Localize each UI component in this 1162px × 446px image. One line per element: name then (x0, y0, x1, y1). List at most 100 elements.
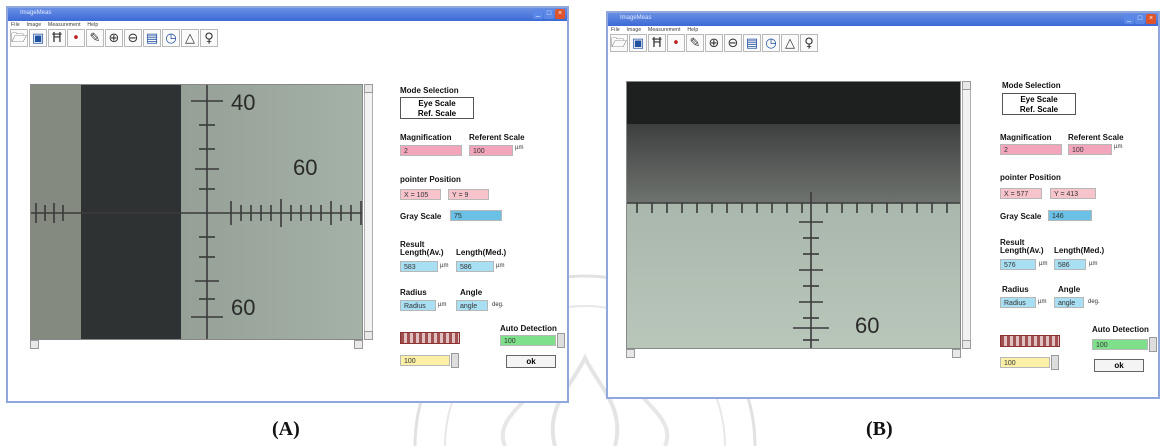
minimize-button[interactable]: _ (1124, 14, 1134, 24)
length-med-label: Length(Med.) (456, 248, 507, 257)
measure-h-icon[interactable]: Ħ (48, 29, 66, 47)
open-folder-icon[interactable]: 🗁 (10, 29, 28, 47)
angle-label: Angle (1058, 285, 1081, 294)
bulb-icon[interactable]: ♀ (800, 34, 818, 52)
angle-unit: deg. (1088, 299, 1100, 305)
ok-button[interactable]: ok (1094, 359, 1144, 372)
gray-scale-field: 75 (450, 210, 502, 221)
close-button[interactable]: × (1146, 14, 1156, 24)
horizontal-scroll-left[interactable] (626, 349, 635, 358)
open-folder-icon[interactable]: 🗁 (610, 34, 628, 52)
length-av-label: Length(Av.) (1000, 246, 1044, 255)
referent-scale-unit: µm (1114, 144, 1123, 150)
menu-measurement[interactable]: Measurement (648, 27, 681, 33)
referent-scale-field[interactable]: 100 (1068, 144, 1112, 155)
point-icon[interactable]: • (667, 34, 685, 52)
mode-selection-group[interactable]: Eye Scale Ref. Scale (400, 97, 474, 119)
threshold-spinner[interactable] (1051, 355, 1059, 370)
maximize-button[interactable]: □ (1135, 14, 1145, 24)
scale-number-60: 60 (855, 313, 880, 338)
menu-file[interactable]: File (611, 27, 620, 33)
pointer-y-field: Y = 413 (1050, 188, 1096, 199)
eraser-icon[interactable]: ✎ (86, 29, 104, 47)
eraser-icon[interactable]: ✎ (686, 34, 704, 52)
measure-h-icon[interactable]: Ħ (648, 34, 666, 52)
save-icon[interactable]: ▣ (29, 29, 47, 47)
monitor-icon[interactable]: ▤ (143, 29, 161, 47)
zoom-in-icon[interactable]: ⊕ (705, 34, 723, 52)
close-button[interactable]: × (555, 9, 565, 19)
length-med-field: 586 (456, 261, 494, 272)
angle-field: angle (1054, 297, 1084, 308)
radius-label: Radius (400, 288, 427, 297)
eyepiece-scale (627, 192, 960, 348)
magnification-field[interactable]: 2 (400, 145, 462, 156)
maximize-button[interactable]: □ (544, 9, 554, 19)
toolbar: 🗁 ▣ Ħ • ✎ ⊕ ⊖ ▤ ◷ △ ♀ (10, 29, 218, 49)
triangle-icon[interactable]: △ (181, 29, 199, 47)
scale-number-60-bottom: 60 (231, 295, 256, 320)
horizontal-scroll-right[interactable] (354, 340, 363, 349)
menu-file[interactable]: File (11, 22, 20, 28)
radius-field: Radius (400, 300, 436, 311)
menu-image[interactable]: Image (626, 27, 641, 33)
threshold-field[interactable]: 100 (1000, 357, 1050, 368)
zoom-out-icon[interactable]: ⊖ (724, 34, 742, 52)
horizontal-scroll-left[interactable] (30, 340, 39, 349)
zoom-in-icon[interactable]: ⊕ (105, 29, 123, 47)
length-med-label: Length(Med.) (1054, 246, 1105, 255)
monitor-icon[interactable]: ▤ (743, 34, 761, 52)
zoom-out-icon[interactable]: ⊖ (124, 29, 142, 47)
save-icon[interactable]: ▣ (629, 34, 647, 52)
scroll-down-button[interactable] (364, 331, 373, 340)
gauge-icon[interactable]: ◷ (162, 29, 180, 47)
eye-scale-option[interactable]: Eye Scale (1003, 95, 1075, 105)
ref-scale-option[interactable]: Ref. Scale (401, 109, 473, 119)
radius-field: Radius (1000, 297, 1036, 308)
length-av-unit: µm (1039, 261, 1048, 267)
film-strip-icon (400, 332, 460, 344)
ok-button[interactable]: ok (506, 355, 556, 368)
vertical-scrollbar[interactable] (962, 81, 971, 349)
point-icon[interactable]: • (67, 29, 85, 47)
magnification-label: Magnification (1000, 133, 1052, 142)
eye-scale-option[interactable]: Eye Scale (401, 99, 473, 109)
auto-detection-field[interactable]: 100 (1092, 339, 1148, 350)
referent-scale-field[interactable]: 100 (469, 145, 513, 156)
menu-help[interactable]: Help (687, 27, 698, 33)
scroll-up-button[interactable] (962, 81, 971, 90)
length-av-field: 576 (1000, 259, 1036, 270)
auto-detection-spinner[interactable] (557, 333, 565, 348)
gauge-icon[interactable]: ◷ (762, 34, 780, 52)
length-med-unit: µm (496, 263, 505, 269)
length-av-unit: µm (440, 263, 449, 269)
image-view[interactable]: 40 60 60 (30, 84, 363, 340)
bulb-icon[interactable]: ♀ (200, 29, 218, 47)
angle-label: Angle (460, 288, 483, 297)
pointer-position-label: pointer Position (400, 175, 461, 184)
menu-help[interactable]: Help (87, 22, 98, 28)
threshold-field[interactable]: 100 (400, 355, 450, 366)
window-a: ImageMeas _ □ × File Image Measurement H… (6, 6, 569, 403)
menu-measurement[interactable]: Measurement (48, 22, 81, 28)
auto-detection-field[interactable]: 100 (500, 335, 556, 346)
titlebar-a: ImageMeas _ □ × (8, 8, 567, 21)
toolbar: 🗁 ▣ Ħ • ✎ ⊕ ⊖ ▤ ◷ △ ♀ (610, 34, 818, 54)
scroll-up-button[interactable] (364, 84, 373, 93)
menubar: File Image Measurement Help (11, 22, 103, 28)
angle-field: angle (456, 300, 488, 311)
referent-scale-label: Referent Scale (469, 133, 525, 142)
image-view[interactable]: 60 (626, 81, 961, 349)
magnification-field[interactable]: 2 (1000, 144, 1062, 155)
triangle-icon[interactable]: △ (781, 34, 799, 52)
menu-image[interactable]: Image (26, 22, 41, 28)
threshold-spinner[interactable] (451, 353, 459, 368)
vertical-scrollbar[interactable] (364, 84, 373, 340)
pointer-position-label: pointer Position (1000, 173, 1061, 182)
scroll-down-button[interactable] (962, 340, 971, 349)
mode-selection-group[interactable]: Eye Scale Ref. Scale (1002, 93, 1076, 115)
ref-scale-option[interactable]: Ref. Scale (1003, 105, 1075, 115)
auto-detection-spinner[interactable] (1149, 337, 1157, 352)
minimize-button[interactable]: _ (533, 9, 543, 19)
horizontal-scroll-right[interactable] (952, 349, 961, 358)
